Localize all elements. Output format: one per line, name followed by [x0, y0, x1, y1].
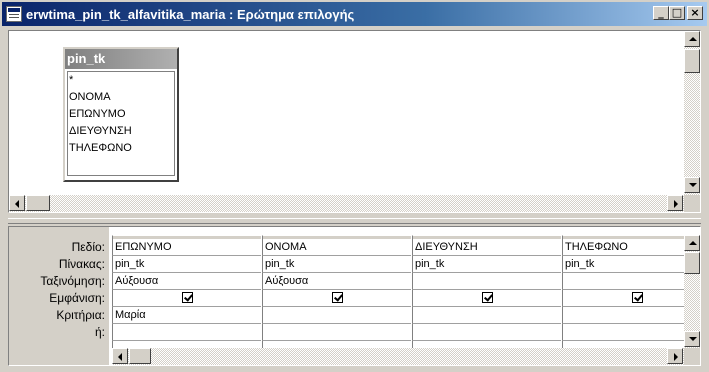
criteria-cell[interactable]: [412, 307, 561, 324]
close-button[interactable]: ×: [687, 6, 703, 20]
row-label-table: Πίνακας:: [58, 257, 105, 271]
sort-cell[interactable]: Αύξουσα: [262, 273, 411, 290]
scroll-corner: [684, 195, 700, 212]
or-cell[interactable]: [562, 324, 700, 341]
sort-cell[interactable]: [562, 273, 700, 290]
row-label-field: Πεδίο:: [71, 240, 105, 254]
scroll-left-button[interactable]: [9, 195, 25, 211]
table-cell[interactable]: pin_tk: [262, 256, 411, 273]
query-icon[interactable]: [6, 6, 22, 22]
arrow-up-icon: [689, 241, 697, 245]
arrow-left-icon: [118, 353, 122, 361]
scroll-left-button[interactable]: [112, 348, 128, 364]
scroll-right-button[interactable]: [667, 195, 683, 211]
query-design-window: erwtima_pin_tk_alfavitika_maria : Ερώτημ…: [0, 0, 709, 372]
table-pane: pin_tk * ΟΝΟΜΑ ΕΠΩΝΥΜΟ ΔΙΕΥΘΥΝΣΗ ΤΗΛΕΦΩΝ…: [8, 30, 701, 213]
sort-cell[interactable]: Αύξουσα: [112, 273, 261, 290]
row-label-or: ή:: [94, 325, 105, 339]
or-cell[interactable]: [112, 324, 261, 341]
scroll-thumb[interactable]: [684, 252, 700, 274]
field-list-item[interactable]: ΕΠΩΝΥΜΟ: [68, 106, 174, 123]
scroll-right-button[interactable]: [667, 348, 683, 364]
field-cell[interactable]: ΕΠΩΝΥΜΟ: [112, 239, 261, 256]
scroll-up-button[interactable]: [684, 235, 700, 251]
grid-horizontal-scrollbar[interactable]: [112, 348, 684, 365]
scroll-thumb[interactable]: [684, 49, 700, 73]
title-buttons: _ □ ×: [653, 6, 703, 20]
row-label-sort: Ταξινόμηση:: [40, 274, 105, 288]
scroll-corner: [684, 348, 700, 365]
field-list-item[interactable]: ΔΙΕΥΘΥΝΣΗ: [68, 123, 174, 140]
upper-horizontal-scrollbar[interactable]: [9, 195, 684, 212]
table-cell[interactable]: pin_tk: [562, 256, 700, 273]
pane-splitter[interactable]: [8, 218, 701, 224]
scroll-down-button[interactable]: [684, 177, 700, 193]
show-cell[interactable]: [262, 290, 411, 307]
title-bar[interactable]: erwtima_pin_tk_alfavitika_maria : Ερώτημ…: [2, 2, 707, 26]
table-cell[interactable]: pin_tk: [412, 256, 561, 273]
show-cell[interactable]: [412, 290, 561, 307]
sort-cell[interactable]: [412, 273, 561, 290]
upper-vertical-scrollbar[interactable]: [684, 31, 700, 195]
scroll-thumb[interactable]: [129, 348, 151, 364]
show-checkbox[interactable]: [331, 291, 343, 303]
row-label-show: Εμφάνιση:: [49, 291, 105, 305]
row-label-criteria: Κριτήρια:: [56, 308, 105, 322]
criteria-cell[interactable]: Μαρία: [112, 307, 261, 324]
field-cell[interactable]: ΟΝΟΜΑ: [262, 239, 411, 256]
field-list-item[interactable]: ΟΝΟΜΑ: [68, 89, 174, 106]
field-list-title[interactable]: pin_tk: [65, 49, 177, 69]
show-checkbox[interactable]: [181, 291, 193, 303]
window-title: erwtima_pin_tk_alfavitika_maria : Ερώτημ…: [26, 6, 355, 22]
arrow-down-icon: [689, 183, 697, 187]
minimize-button[interactable]: _: [653, 6, 669, 20]
field-list-items: * ΟΝΟΜΑ ΕΠΩΝΥΜΟ ΔΙΕΥΘΥΝΣΗ ΤΗΛΕΦΩΝΟ: [67, 71, 175, 176]
arrow-left-icon: [15, 200, 19, 208]
table-cell[interactable]: pin_tk: [112, 256, 261, 273]
scroll-thumb[interactable]: [26, 195, 50, 211]
or-cell[interactable]: [412, 324, 561, 341]
show-cell[interactable]: [562, 290, 700, 307]
arrow-right-icon: [674, 353, 678, 361]
field-cell[interactable]: ΔΙΕΥΘΥΝΣΗ: [412, 239, 561, 256]
field-cell[interactable]: ΤΗΛΕΦΩΝΟ: [562, 239, 700, 256]
criteria-cell[interactable]: [262, 307, 411, 324]
grid-vertical-scrollbar[interactable]: [684, 235, 700, 348]
arrow-down-icon: [689, 337, 697, 341]
maximize-button[interactable]: □: [669, 6, 685, 20]
criteria-cell[interactable]: [562, 307, 700, 324]
design-grid-pane: Πεδίο: Πίνακας: Ταξινόμηση: Εμφάνιση: Κρ…: [8, 226, 701, 366]
row-labels: Πεδίο: Πίνακας: Ταξινόμηση: Εμφάνιση: Κρ…: [9, 227, 109, 365]
show-checkbox[interactable]: [631, 291, 643, 303]
arrow-up-icon: [689, 37, 697, 41]
or-cell[interactable]: [262, 324, 411, 341]
scroll-down-button[interactable]: [684, 331, 700, 347]
field-list-pin-tk[interactable]: pin_tk * ΟΝΟΜΑ ΕΠΩΝΥΜΟ ΔΙΕΥΘΥΝΣΗ ΤΗΛΕΦΩΝ…: [63, 47, 179, 182]
show-checkbox[interactable]: [481, 291, 493, 303]
show-cell[interactable]: [112, 290, 261, 307]
field-list-item[interactable]: ΤΗΛΕΦΩΝΟ: [68, 140, 174, 157]
scroll-up-button[interactable]: [684, 31, 700, 47]
arrow-right-icon: [674, 200, 678, 208]
field-list-item[interactable]: *: [68, 72, 174, 89]
